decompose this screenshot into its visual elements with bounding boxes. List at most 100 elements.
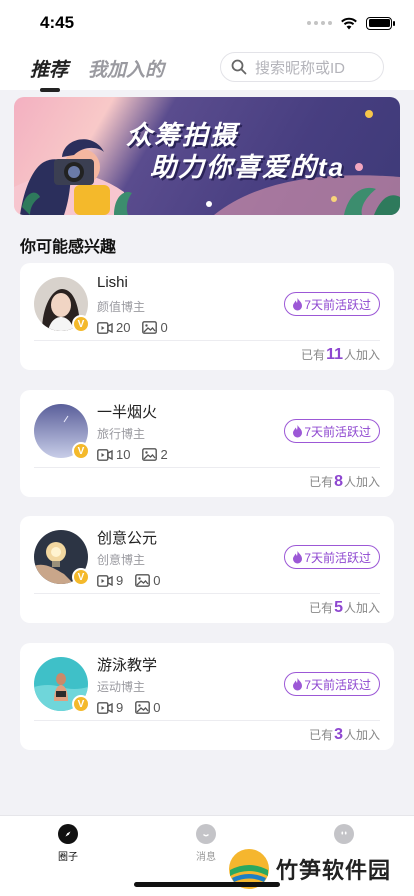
joined-number: 11 — [326, 346, 343, 363]
status-icons — [307, 16, 395, 30]
video-count-value: 9 — [116, 573, 124, 588]
photo-count-value: 0 — [153, 700, 161, 715]
creator-category: 创意博主 — [97, 553, 146, 567]
status-time: 4:45 — [40, 13, 75, 32]
top-header: 推荐 我加入的 搜索昵称或ID — [0, 46, 414, 92]
flame-icon — [293, 298, 303, 311]
creator-name[interactable]: 游泳教学 — [97, 654, 157, 675]
video-count-value: 20 — [116, 320, 131, 335]
tabbar-label: 圈子 — [58, 852, 78, 863]
photo-count: 2 — [142, 447, 168, 462]
search-input[interactable]: 搜索昵称或ID — [220, 52, 384, 82]
video-count: 10 — [97, 447, 130, 462]
avatar[interactable]: V — [34, 404, 90, 460]
video-icon — [97, 321, 113, 334]
image-icon — [142, 321, 158, 334]
joined-count: 已有 8 人加入 — [309, 473, 380, 491]
avatar[interactable]: V — [34, 657, 90, 713]
joined-suffix: 人加入 — [343, 601, 380, 615]
tab-recommended[interactable]: 推荐 — [30, 55, 68, 92]
joined-number: 8 — [334, 473, 343, 490]
creator-name[interactable]: 创意公元 — [97, 527, 157, 548]
photo-count-value: 0 — [153, 573, 161, 588]
tabbar-item-profile[interactable] — [304, 824, 384, 848]
tab-joined[interactable]: 我加入的 — [88, 55, 164, 82]
activity-badge: 7天前活跃过 — [284, 545, 380, 569]
cellular-signal-icon — [307, 21, 332, 25]
joined-suffix: 人加入 — [343, 475, 380, 489]
activity-text: 7天前活跃过 — [304, 677, 371, 692]
image-icon — [135, 574, 151, 587]
avatar[interactable]: V — [34, 530, 90, 586]
divider — [34, 593, 380, 594]
activity-badge: 7天前活跃过 — [284, 292, 380, 316]
video-icon — [97, 701, 113, 714]
activity-badge: 7天前活跃过 — [284, 672, 380, 696]
creator-stats: 9 0 — [97, 573, 172, 588]
joined-count: 已有 3 人加入 — [309, 726, 380, 744]
compass-icon — [58, 824, 78, 844]
joined-count: 已有 5 人加入 — [309, 599, 380, 617]
joined-prefix: 已有 — [309, 475, 334, 489]
joined-count: 已有 11 人加入 — [301, 346, 380, 364]
joined-prefix: 已有 — [309, 728, 334, 742]
activity-text: 7天前活跃过 — [304, 550, 371, 565]
divider — [34, 340, 380, 341]
search-icon — [231, 59, 247, 75]
tabbar-item-circle[interactable]: 圈子 — [28, 824, 108, 863]
image-icon — [135, 701, 151, 714]
carousel-indicator — [206, 201, 212, 207]
creator-card[interactable]: V 一半烟火 旅行博主 10 2 7天前活跃过 已有 8 人加入 — [20, 390, 394, 497]
promo-banner[interactable]: 众筹拍摄 助力你喜爱的ta — [14, 97, 400, 215]
flame-icon — [293, 678, 303, 691]
flame-icon — [293, 425, 303, 438]
activity-text: 7天前活跃过 — [304, 424, 371, 439]
divider — [34, 720, 380, 721]
tabbar-label: 消息 — [196, 852, 216, 863]
video-count-value: 9 — [116, 700, 124, 715]
photo-count-value: 2 — [160, 447, 168, 462]
video-icon — [97, 574, 113, 587]
creator-name[interactable]: 一半烟火 — [97, 401, 157, 422]
joined-suffix: 人加入 — [343, 728, 380, 742]
creator-card[interactable]: V Lishi 颜值博主 20 0 7天前活跃过 已有 11 人加入 — [20, 263, 394, 370]
divider — [34, 467, 380, 468]
creator-category: 运动博主 — [97, 680, 146, 694]
avatar[interactable]: V — [34, 277, 90, 333]
wifi-icon — [341, 17, 357, 29]
creator-name[interactable]: Lishi — [97, 274, 128, 291]
video-icon — [97, 448, 113, 461]
section-title: 你可能感兴趣 — [20, 239, 117, 256]
message-smile-icon — [196, 824, 216, 844]
joined-suffix: 人加入 — [343, 348, 380, 362]
joined-prefix: 已有 — [301, 348, 326, 362]
video-count: 20 — [97, 320, 130, 335]
verified-badge-icon: V — [72, 568, 90, 586]
search-placeholder: 搜索昵称或ID — [255, 59, 346, 77]
verified-badge-icon: V — [72, 695, 90, 713]
image-icon — [142, 448, 158, 461]
battery-icon — [366, 16, 395, 30]
flame-icon — [293, 551, 303, 564]
photo-count-value: 0 — [160, 320, 168, 335]
joined-prefix: 已有 — [309, 601, 334, 615]
home-indicator[interactable] — [134, 882, 280, 887]
joined-number: 3 — [334, 726, 343, 743]
creator-card[interactable]: V 创意公元 创意博主 9 0 7天前活跃过 已有 5 人加入 — [20, 516, 394, 623]
banner-title-line2: 助力你喜爱的ta — [150, 152, 346, 182]
video-count: 9 — [97, 700, 123, 715]
photo-count: 0 — [135, 700, 160, 715]
creator-category: 旅行博主 — [97, 427, 146, 441]
profile-face-icon — [334, 824, 354, 844]
creator-stats: 20 0 — [97, 320, 180, 335]
joined-number: 5 — [334, 599, 343, 616]
status-bar: 4:45 — [0, 0, 414, 46]
watermark-text: 竹笋软件园 — [276, 858, 392, 883]
video-count: 9 — [97, 573, 123, 588]
creator-card[interactable]: V 游泳教学 运动博主 9 0 7天前活跃过 已有 3 人加入 — [20, 643, 394, 750]
photo-count: 0 — [142, 320, 168, 335]
activity-badge: 7天前活跃过 — [284, 419, 380, 443]
photo-count: 0 — [135, 573, 160, 588]
creator-stats: 9 0 — [97, 700, 172, 715]
creator-stats: 10 2 — [97, 447, 180, 462]
